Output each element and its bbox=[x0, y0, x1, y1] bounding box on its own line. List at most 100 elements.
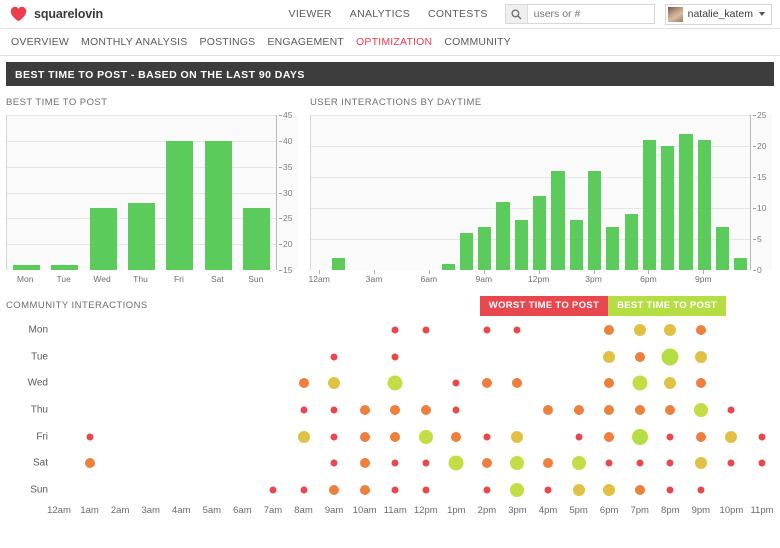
bubble[interactable] bbox=[483, 486, 490, 493]
bubble[interactable] bbox=[635, 405, 645, 415]
bubble[interactable] bbox=[483, 327, 490, 334]
bubble[interactable] bbox=[392, 486, 399, 493]
bubble[interactable] bbox=[86, 433, 93, 440]
bubble[interactable] bbox=[667, 460, 674, 467]
bubble[interactable] bbox=[572, 456, 586, 470]
bubble[interactable] bbox=[512, 378, 522, 388]
bubble[interactable] bbox=[422, 327, 429, 334]
bubble[interactable] bbox=[390, 405, 400, 415]
bubble[interactable] bbox=[635, 352, 645, 362]
bubble[interactable] bbox=[694, 403, 708, 417]
bubble[interactable] bbox=[543, 458, 553, 468]
bubble[interactable] bbox=[632, 376, 647, 391]
bubble[interactable] bbox=[603, 484, 615, 496]
bubble[interactable] bbox=[422, 486, 429, 493]
bubble[interactable] bbox=[514, 327, 521, 334]
bubble[interactable] bbox=[360, 458, 370, 468]
bar[interactable] bbox=[478, 227, 491, 270]
bubble[interactable] bbox=[604, 432, 614, 442]
bubble[interactable] bbox=[545, 486, 552, 493]
tab-monthly-analysis[interactable]: MONTHLY ANALYSIS bbox=[75, 36, 193, 48]
bubble[interactable] bbox=[695, 351, 707, 363]
bubble[interactable] bbox=[419, 430, 433, 444]
bubble[interactable] bbox=[483, 433, 490, 440]
bubble[interactable] bbox=[604, 405, 614, 415]
bar[interactable] bbox=[496, 202, 509, 270]
bar[interactable] bbox=[679, 134, 692, 270]
bubble[interactable] bbox=[665, 405, 675, 415]
bubble[interactable] bbox=[85, 458, 95, 468]
chevron-down-icon[interactable] bbox=[759, 12, 765, 16]
bubble[interactable] bbox=[759, 433, 766, 440]
bubble[interactable] bbox=[331, 460, 338, 467]
bubble[interactable] bbox=[604, 378, 614, 388]
bubble[interactable] bbox=[390, 432, 400, 442]
bar[interactable] bbox=[606, 227, 619, 270]
bubble[interactable] bbox=[298, 431, 310, 443]
bar[interactable] bbox=[128, 203, 155, 270]
topnav-item-viewer[interactable]: VIEWER bbox=[280, 8, 341, 20]
bubble[interactable] bbox=[573, 484, 585, 496]
bubble[interactable] bbox=[482, 378, 492, 388]
bubble[interactable] bbox=[300, 486, 307, 493]
search-box[interactable] bbox=[505, 4, 655, 24]
bubble[interactable] bbox=[453, 380, 460, 387]
bubble[interactable] bbox=[696, 378, 706, 388]
bar[interactable] bbox=[90, 208, 117, 270]
bubble[interactable] bbox=[603, 351, 615, 363]
bubble[interactable] bbox=[667, 433, 674, 440]
tab-overview[interactable]: OVERVIEW bbox=[5, 36, 75, 48]
bar[interactable] bbox=[734, 258, 747, 270]
bar[interactable] bbox=[460, 233, 473, 270]
bubble[interactable] bbox=[392, 460, 399, 467]
bar[interactable] bbox=[243, 208, 270, 270]
bubble[interactable] bbox=[632, 429, 648, 445]
bubble[interactable] bbox=[453, 407, 460, 414]
bubble[interactable] bbox=[604, 325, 614, 335]
bubble[interactable] bbox=[300, 407, 307, 414]
bubble[interactable] bbox=[697, 486, 704, 493]
bar[interactable] bbox=[570, 220, 583, 270]
bubble[interactable] bbox=[606, 460, 613, 467]
bar[interactable] bbox=[332, 258, 345, 270]
search-icon[interactable] bbox=[506, 5, 528, 23]
bubble[interactable] bbox=[511, 431, 523, 443]
tab-postings[interactable]: POSTINGS bbox=[194, 36, 262, 48]
bubble[interactable] bbox=[636, 460, 643, 467]
bubble[interactable] bbox=[634, 324, 646, 336]
bubble[interactable] bbox=[269, 486, 276, 493]
bubble[interactable] bbox=[664, 377, 676, 389]
bubble[interactable] bbox=[482, 458, 492, 468]
bubble[interactable] bbox=[328, 377, 340, 389]
bubble[interactable] bbox=[664, 324, 676, 336]
bar[interactable] bbox=[166, 141, 193, 270]
bubble[interactable] bbox=[510, 456, 524, 470]
user-menu[interactable]: natalie_katem bbox=[665, 4, 772, 25]
topnav-item-analytics[interactable]: ANALYTICS bbox=[341, 8, 419, 20]
tab-engagement[interactable]: ENGAGEMENT bbox=[261, 36, 350, 48]
bubble[interactable] bbox=[299, 378, 309, 388]
bar[interactable] bbox=[533, 196, 546, 270]
bar[interactable] bbox=[698, 140, 711, 270]
bubble[interactable] bbox=[510, 483, 524, 497]
bar[interactable] bbox=[515, 220, 528, 270]
bubble[interactable] bbox=[575, 433, 582, 440]
bubble[interactable] bbox=[759, 460, 766, 467]
search-input[interactable] bbox=[528, 5, 654, 23]
bubble[interactable] bbox=[392, 353, 399, 360]
bar[interactable] bbox=[551, 171, 564, 270]
bubble[interactable] bbox=[421, 405, 431, 415]
bar[interactable] bbox=[661, 146, 674, 270]
tab-optimization[interactable]: OPTIMIZATION bbox=[350, 36, 438, 48]
bubble[interactable] bbox=[696, 432, 706, 442]
bar[interactable] bbox=[716, 227, 729, 270]
bubble[interactable] bbox=[574, 405, 584, 415]
bubble[interactable] bbox=[728, 460, 735, 467]
bubble[interactable] bbox=[331, 407, 338, 414]
bubble[interactable] bbox=[635, 485, 645, 495]
bubble[interactable] bbox=[662, 348, 679, 365]
bubble[interactable] bbox=[392, 327, 399, 334]
tab-community[interactable]: COMMUNITY bbox=[438, 36, 517, 48]
brand-logo[interactable]: squarelovin bbox=[10, 6, 103, 22]
bubble[interactable] bbox=[331, 353, 338, 360]
